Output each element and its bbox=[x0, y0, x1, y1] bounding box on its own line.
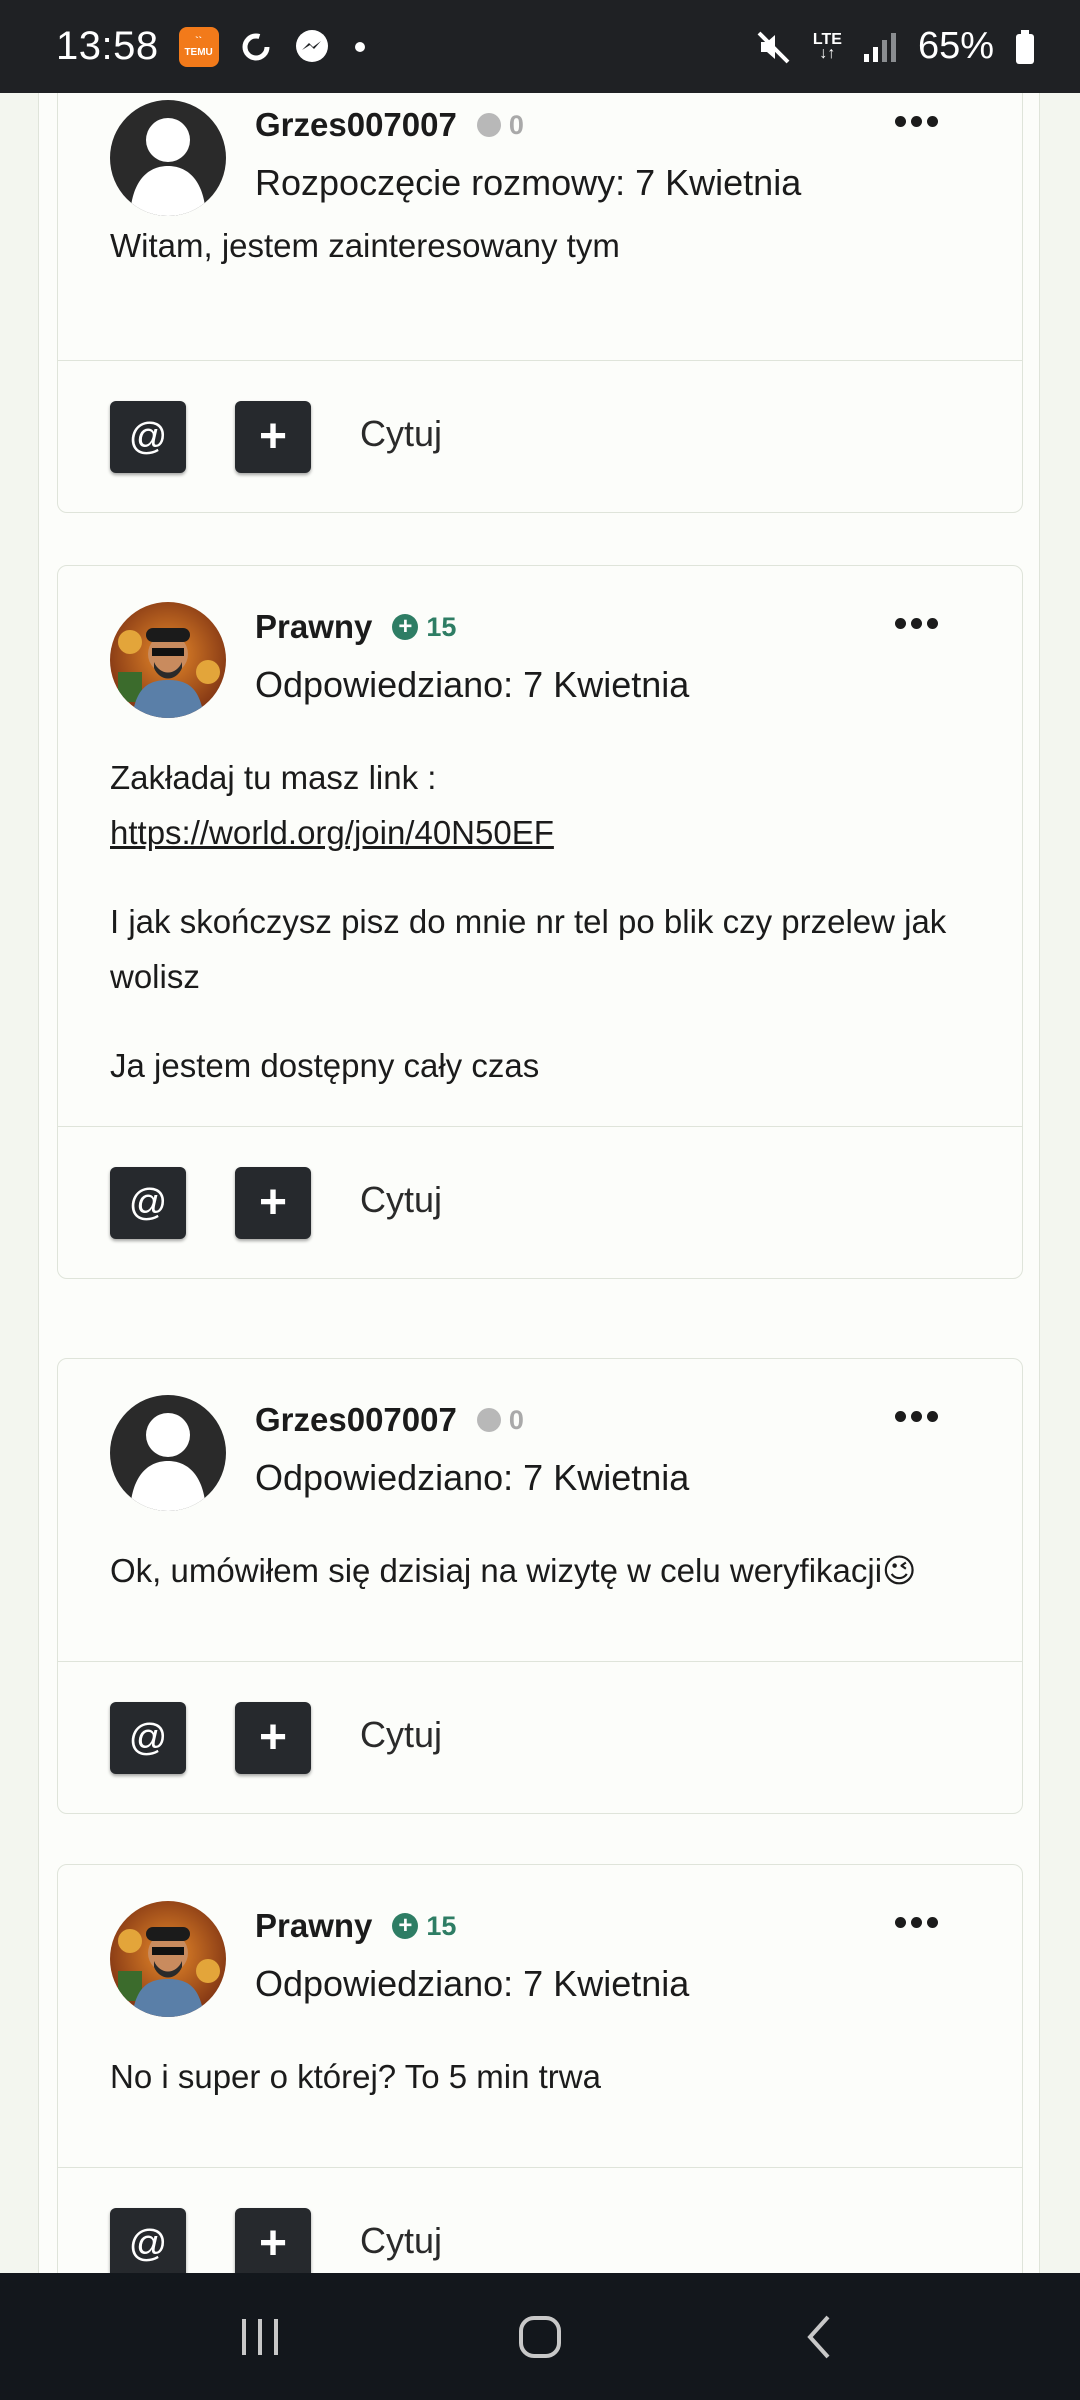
more-horizontal-icon[interactable] bbox=[895, 618, 938, 629]
multiquote-button[interactable]: + bbox=[235, 1702, 311, 1774]
home-icon[interactable] bbox=[480, 2292, 600, 2382]
temu-app-icon: `` TEMU bbox=[178, 26, 219, 67]
recents-icon[interactable] bbox=[200, 2292, 320, 2382]
post-date: Odpowiedziano: 7 Kwietnia bbox=[255, 1457, 690, 1498]
reputation-value: 15 bbox=[426, 611, 457, 642]
reputation-plus-icon: + bbox=[392, 614, 419, 640]
post-paragraph: Witam, jestem zainteresowany tym bbox=[110, 227, 620, 264]
status-left: 13:58 `` TEMU bbox=[56, 24, 365, 69]
battery-icon bbox=[1016, 29, 1034, 64]
post-body: No i super o której? To 5 min trwa bbox=[110, 2049, 970, 2138]
post-header: Grzes007007 0 Rozpoczęcie rozmowy: 7 Kwi… bbox=[110, 100, 970, 220]
author-line: Grzes007007 0 bbox=[255, 106, 524, 144]
reputation-badge: 0 bbox=[476, 109, 524, 141]
back-icon[interactable] bbox=[760, 2292, 880, 2382]
messenger-icon bbox=[295, 29, 328, 62]
status-bar: 13:58 `` TEMU LTE ↓↑ 65% bbox=[0, 0, 1080, 93]
mute-icon bbox=[757, 31, 790, 63]
quote-button[interactable]: Cytuj bbox=[360, 1714, 442, 1756]
reputation-plus-icon: + bbox=[392, 1913, 419, 1939]
notification-dot-icon bbox=[354, 41, 365, 52]
data-arrows-icon: ↓↑ bbox=[819, 44, 836, 62]
reputation-value: 0 bbox=[508, 1404, 524, 1435]
author-line: Grzes007007 0 bbox=[255, 1401, 524, 1439]
post-body: Witam, jestem zainteresowany tym bbox=[110, 218, 970, 307]
signal-icon bbox=[863, 32, 896, 62]
status-right: LTE ↓↑ 65% bbox=[755, 25, 1036, 68]
post-body: Ok, umówiłem się dzisiaj na wizytę w cel… bbox=[110, 1543, 970, 1632]
temu-icon-label-top: `` bbox=[195, 35, 202, 47]
quote-button[interactable]: Cytuj bbox=[360, 1179, 442, 1221]
more-horizontal-icon[interactable] bbox=[895, 1917, 938, 1928]
reputation-value: 0 bbox=[508, 109, 524, 140]
avatar-user-image[interactable] bbox=[110, 1901, 226, 2017]
post: Grzes007007 0 Odpowiedziano: 7 Kwietnia … bbox=[57, 1358, 1023, 1814]
author-name[interactable]: Grzes007007 bbox=[255, 106, 457, 144]
battery-percentage: 65% bbox=[917, 25, 994, 67]
reputation-badge: + 15 bbox=[392, 612, 456, 643]
mention-button[interactable]: @ bbox=[110, 1167, 186, 1239]
avatar-user-image[interactable] bbox=[110, 602, 226, 718]
post-paragraph: Ok, umówiłem się dzisiaj na wizytę w cel… bbox=[110, 1552, 917, 1589]
post-footer: @ + Cytuj bbox=[58, 360, 1022, 512]
reputation-neutral-icon bbox=[476, 1408, 501, 1432]
topic-content[interactable]: Grzes007007 0 Rozpoczęcie rozmowy: 7 Kwi… bbox=[38, 93, 1040, 2273]
author-name[interactable]: Prawny bbox=[255, 1907, 372, 1945]
author-line: Prawny + 15 bbox=[255, 1907, 456, 1945]
multiquote-button[interactable]: + bbox=[235, 1167, 311, 1239]
multiquote-button[interactable]: + bbox=[235, 401, 311, 473]
mention-button[interactable]: @ bbox=[110, 401, 186, 473]
lte-indicator: LTE ↓↑ bbox=[813, 31, 842, 62]
post-paragraph: Zakładaj tu masz link : bbox=[110, 759, 437, 796]
post-footer: @ + Cytuj bbox=[58, 1126, 1022, 1278]
temu-icon-label: TEMU bbox=[184, 46, 213, 58]
post-footer: @ + Cytuj bbox=[58, 2167, 1022, 2273]
post-date: Rozpoczęcie rozmowy: 7 Kwietnia bbox=[255, 162, 802, 203]
reputation-neutral-icon bbox=[476, 113, 501, 137]
screen: 13:58 `` TEMU LTE ↓↑ 65% Grzes007007 0 R… bbox=[0, 0, 1080, 2400]
quote-button[interactable]: Cytuj bbox=[360, 413, 442, 455]
author-line: Prawny + 15 bbox=[255, 608, 456, 646]
mention-button[interactable]: @ bbox=[110, 2208, 186, 2273]
post-header: Grzes007007 0 Odpowiedziano: 7 Kwietnia bbox=[110, 1395, 970, 1515]
reputation-value: 15 bbox=[426, 1910, 457, 1941]
post-link[interactable]: https://world.org/join/40N50EF bbox=[110, 814, 554, 851]
post: Prawny + 15 Odpowiedziano: 7 Kwietnia Za… bbox=[57, 565, 1023, 1279]
reputation-badge: + 15 bbox=[392, 1911, 456, 1942]
post-header: Prawny + 15 Odpowiedziano: 7 Kwietnia bbox=[110, 602, 970, 722]
post-paragraph: I jak skończysz pisz do mnie nr tel po b… bbox=[110, 903, 947, 995]
status-time: 13:58 bbox=[56, 24, 159, 68]
navigation-bar bbox=[0, 2273, 1080, 2400]
post-body: Zakładaj tu masz link : https://world.or… bbox=[110, 750, 970, 1127]
mention-button[interactable]: @ bbox=[110, 1702, 186, 1774]
avatar-default[interactable] bbox=[110, 1395, 226, 1511]
reputation-badge: 0 bbox=[476, 1404, 524, 1436]
more-horizontal-icon[interactable] bbox=[895, 116, 938, 127]
multiquote-button[interactable]: + bbox=[235, 2208, 311, 2273]
sync-icon bbox=[242, 33, 270, 60]
post-footer: @ + Cytuj bbox=[58, 1661, 1022, 1813]
post-paragraph: No i super o której? To 5 min trwa bbox=[110, 2058, 601, 2095]
post: Grzes007007 0 Rozpoczęcie rozmowy: 7 Kwi… bbox=[57, 93, 1023, 513]
author-name[interactable]: Grzes007007 bbox=[255, 1401, 457, 1439]
post-date: Odpowiedziano: 7 Kwietnia bbox=[255, 664, 690, 705]
post-date: Odpowiedziano: 7 Kwietnia bbox=[255, 1963, 690, 2004]
post: Prawny + 15 Odpowiedziano: 7 Kwietnia No… bbox=[57, 1864, 1023, 2273]
post-header: Prawny + 15 Odpowiedziano: 7 Kwietnia bbox=[110, 1901, 970, 2021]
post-paragraph: Ja jestem dostępny cały czas bbox=[110, 1047, 540, 1084]
quote-button[interactable]: Cytuj bbox=[360, 2220, 442, 2262]
more-horizontal-icon[interactable] bbox=[895, 1411, 938, 1422]
author-name[interactable]: Prawny bbox=[255, 608, 372, 646]
avatar-default[interactable] bbox=[110, 100, 226, 216]
